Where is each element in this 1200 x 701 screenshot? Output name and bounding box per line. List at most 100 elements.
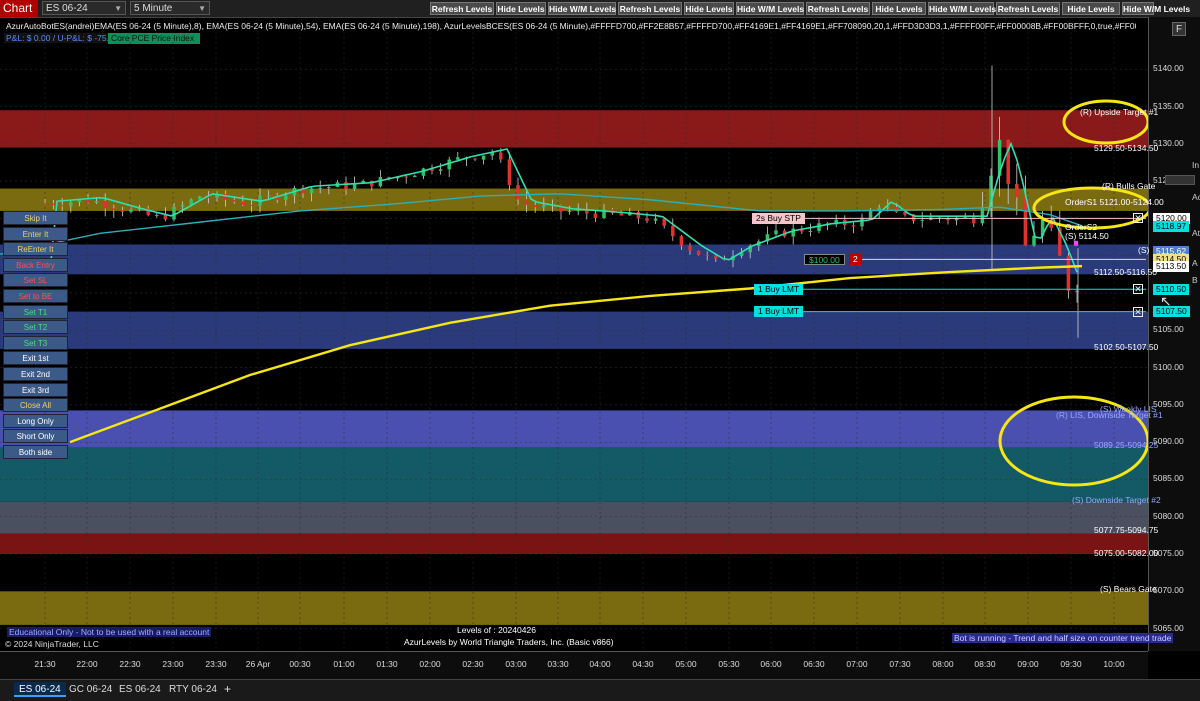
time-tick-label: 06:00 xyxy=(760,659,782,669)
candle-body xyxy=(129,209,133,212)
candle-body xyxy=(653,218,658,221)
candle-body xyxy=(851,225,856,227)
tab-es-06-24[interactable]: ES 06-24 xyxy=(14,682,66,697)
time-tick-label: 01:30 xyxy=(376,659,398,669)
bot-button[interactable]: Set T2 xyxy=(3,320,68,335)
educational-notice: Educational Only - Not to be used with a… xyxy=(7,627,212,637)
price-tick-label: 5065.00 xyxy=(1153,622,1184,633)
signal-marker xyxy=(1074,240,1078,246)
tab-es-06-24-2[interactable]: ES 06-24 xyxy=(114,682,166,697)
zone-label: (R) LIS, Downside Target #1 xyxy=(1056,410,1163,421)
time-tick-label: 00:30 xyxy=(289,659,311,669)
bot-button[interactable]: Exit 1st xyxy=(3,351,68,366)
candle-body xyxy=(155,214,159,216)
bot-button[interactable]: Set to BE xyxy=(3,289,68,303)
time-tick-label: 08:00 xyxy=(932,659,954,669)
upside-target-zone xyxy=(0,110,1148,148)
f-button[interactable]: F xyxy=(1172,22,1186,36)
order-marker[interactable]: 1 Buy LMT xyxy=(754,306,804,318)
candle-body xyxy=(86,199,90,203)
tab-gc-06-24[interactable]: GC 06-24 xyxy=(64,682,117,697)
price-tag: 5118.97 xyxy=(1153,221,1190,233)
zone-label: (S) Bears Gate xyxy=(1100,584,1157,595)
bot-button[interactable]: Short Only xyxy=(3,429,68,444)
candle-body xyxy=(714,256,718,259)
candle-body xyxy=(524,199,529,206)
time-tick-label: 09:30 xyxy=(1060,659,1082,669)
order-marker[interactable]: 2s Buy STP xyxy=(752,212,805,224)
time-tick-label: 21:30 xyxy=(34,659,56,669)
price-tick-label: 5140.00 xyxy=(1153,63,1184,74)
candle-body xyxy=(172,206,176,220)
price-tag: 5113.50 xyxy=(1153,261,1190,273)
candle-body xyxy=(860,217,864,227)
price-tick-label: 5095.00 xyxy=(1153,398,1184,409)
time-tick-label: 22:00 xyxy=(76,659,98,669)
candle-body xyxy=(43,203,47,205)
time-tick-label: 04:00 xyxy=(589,659,611,669)
candle-body xyxy=(438,169,443,171)
right-panel-field[interactable] xyxy=(1165,175,1195,185)
candle-body xyxy=(481,155,486,160)
bot-button[interactable]: Long Only xyxy=(3,413,68,428)
time-tick-label: 03:00 xyxy=(505,659,527,669)
bot-button[interactable]: Set T1 xyxy=(3,304,68,319)
candle-body xyxy=(679,236,684,246)
time-tick-label: 02:00 xyxy=(419,659,441,669)
zone-label: 5075.00-5082.00 xyxy=(1094,547,1159,558)
candle-body xyxy=(120,210,125,212)
bot-button[interactable]: Both side xyxy=(3,445,68,459)
bot-button[interactable]: Set SL xyxy=(3,273,68,288)
cancel-order-icon[interactable]: ✕ xyxy=(1133,284,1143,295)
bot-button[interactable]: Exit 3rd xyxy=(3,382,68,397)
bot-button[interactable]: ReEnter It xyxy=(3,242,68,257)
right-panel-label: Ac xyxy=(1192,192,1200,202)
price-chart[interactable] xyxy=(0,0,1148,651)
cancel-order-icon[interactable]: ✕ xyxy=(1133,213,1143,224)
zone-label: (R) Upside Target #1 xyxy=(1080,106,1159,117)
candle-body xyxy=(112,208,116,211)
time-tick-label: 09:00 xyxy=(1017,659,1039,669)
candle-body xyxy=(817,223,821,231)
tab-rty-06-24[interactable]: RTY 06-24 xyxy=(164,682,222,697)
order-marker[interactable]: 1 Buy LMT xyxy=(754,283,804,295)
price-tick-label: 5070.00 xyxy=(1153,585,1184,596)
bot-button[interactable]: Exit 2nd xyxy=(3,367,68,381)
position-pnl-marker[interactable]: $100.00 xyxy=(804,253,845,265)
add-tab-button[interactable]: + xyxy=(219,682,236,697)
candle-body xyxy=(180,204,185,207)
candle-body xyxy=(507,159,512,186)
cancel-order-icon[interactable]: ✕ xyxy=(1133,306,1143,317)
candle-body xyxy=(808,230,813,232)
price-tick-label: 5100.00 xyxy=(1153,361,1184,372)
bot-button[interactable]: Close All xyxy=(3,398,68,413)
zone-label: 5102.50-5107.50 xyxy=(1094,341,1159,352)
time-tick-label: 23:30 xyxy=(205,659,227,669)
zone-label: 5129.50-5134.50 xyxy=(1094,142,1159,153)
time-tick-label: 05:30 xyxy=(718,659,740,669)
bot-button[interactable]: Enter It xyxy=(3,226,68,241)
candle-body xyxy=(791,228,795,237)
time-tick-label: 07:00 xyxy=(846,659,868,669)
zone-label: (S) xyxy=(1138,244,1150,255)
price-tick-label: 5080.00 xyxy=(1153,510,1184,521)
candle-body xyxy=(404,176,408,178)
candle-body xyxy=(542,205,546,208)
resize-arrow-icon[interactable]: ↖ xyxy=(1160,293,1172,310)
candle-body xyxy=(318,187,322,189)
position-qty-marker[interactable]: 2 xyxy=(849,253,862,265)
candle-body xyxy=(94,200,99,203)
candle-body xyxy=(473,158,477,160)
candle-body xyxy=(1066,255,1071,291)
bot-button[interactable]: Back Entry xyxy=(3,257,68,272)
azurlevels-credit: AzurLevels by World Triangle Traders, In… xyxy=(404,637,614,647)
bot-button[interactable]: Skip It xyxy=(3,211,68,225)
candle-body xyxy=(103,200,107,209)
right-panel-label: A xyxy=(1192,258,1198,268)
time-tick-label: 01:00 xyxy=(333,659,355,669)
time-tick-label: 05:00 xyxy=(675,659,697,669)
candle-body xyxy=(1015,183,1019,198)
candle-body xyxy=(456,157,460,160)
bot-button[interactable]: Set T3 xyxy=(3,335,68,350)
candle-body xyxy=(413,175,417,178)
